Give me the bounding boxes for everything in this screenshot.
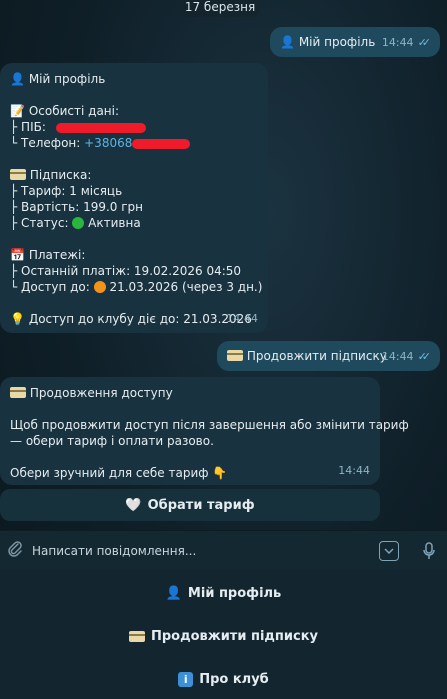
profile-title: 👤 Мій профіль bbox=[10, 71, 258, 87]
choose-tariff-label: Обрати тариф bbox=[147, 497, 255, 513]
message-text: Продовжити підписку bbox=[246, 349, 387, 363]
message-renew[interactable]: Продовження доступу Щоб продовжити досту… bbox=[0, 377, 409, 485]
status-line: ├ Статус: Активна bbox=[10, 215, 258, 231]
double-check-icon: ✓✓ bbox=[417, 350, 432, 363]
phone-line: └ Телефон: +38068 bbox=[10, 135, 258, 151]
access-line: └ Доступ до: 21.03.2026 (через 3 дн.) bbox=[10, 279, 262, 295]
payments-header-text: Платежі: bbox=[28, 248, 86, 262]
subscription-header-text: Підписка: bbox=[29, 168, 92, 182]
message-outgoing-profile[interactable]: 👤 Мій профіль 14:44 ✓✓ bbox=[270, 27, 440, 57]
credit-card-icon bbox=[10, 387, 26, 398]
message-time: 14:44 bbox=[381, 350, 414, 363]
tariff-line: ├ Тариф: 1 місяць bbox=[10, 184, 123, 198]
last-payment-line: ├ Останній платіж: 19.02.2026 04:50 bbox=[10, 264, 242, 278]
message-meta: 14:44 ✓✓ bbox=[381, 35, 432, 51]
message-outgoing-renew[interactable]: Продовжити підписку 14:44 ✓✓ bbox=[217, 341, 440, 371]
white-heart-icon: 🤍 bbox=[125, 497, 142, 513]
message-composer: Написати повідомлення... bbox=[0, 530, 447, 570]
orange-circle-icon bbox=[93, 281, 106, 293]
status-value: Активна bbox=[88, 216, 141, 230]
memo-icon: 📝 bbox=[10, 104, 25, 118]
pib-line: ├ ПІБ: bbox=[10, 119, 258, 135]
profile-title-text: Мій профіль bbox=[28, 72, 106, 86]
mic-icon[interactable] bbox=[419, 541, 439, 560]
choose-tariff-button[interactable]: 🤍 Обрати тариф bbox=[0, 489, 380, 521]
calendar-icon: 📅 bbox=[10, 248, 25, 262]
point-down-icon: 👇 bbox=[212, 466, 228, 480]
keyboard-button-profile[interactable]: 👤 Мій профіль bbox=[0, 572, 447, 615]
message-profile[interactable]: 👤 Мій профіль 📝 Особисті дані: ├ ПІБ: └ … bbox=[0, 63, 268, 333]
renew-body-line: Щоб продовжити доступ після завершення а… bbox=[10, 418, 409, 432]
user-icon: 👤 bbox=[10, 72, 25, 86]
keyboard-button-renew[interactable]: Продовжити підписку bbox=[0, 615, 447, 658]
phone-link[interactable]: +38068 bbox=[84, 136, 132, 150]
message-time: 14:44 bbox=[226, 312, 258, 325]
subscription-header: Підписка: bbox=[10, 167, 258, 183]
price-line: ├ Вартість: 199.0 грн bbox=[10, 200, 144, 214]
message-time: 14:44 bbox=[338, 464, 370, 477]
personal-header-text: Особисті дані: bbox=[28, 104, 120, 118]
access-label: └ Доступ до: bbox=[10, 280, 90, 294]
user-icon: 👤 bbox=[165, 586, 182, 601]
credit-card-icon bbox=[128, 631, 145, 642]
user-icon: 👤 bbox=[280, 35, 295, 49]
info-icon: i bbox=[178, 672, 194, 687]
keyboard-icon[interactable] bbox=[379, 540, 399, 561]
message-meta: 14:44 bbox=[226, 311, 258, 327]
message-text: Мій профіль bbox=[298, 35, 376, 49]
redaction-mark bbox=[132, 138, 191, 149]
credit-card-icon bbox=[10, 169, 26, 180]
keyboard-button-label: Мій профіль bbox=[187, 586, 282, 601]
personal-header: 📝 Особисті дані: bbox=[10, 103, 258, 119]
reply-keyboard: 👤 Мій профіль Продовжити підписку i Про … bbox=[0, 570, 447, 699]
renew-body-line: — обери тариф і оплати разово. bbox=[10, 434, 214, 448]
redaction-mark bbox=[55, 122, 146, 133]
keyboard-button-label: Продовжити підписку bbox=[150, 629, 319, 644]
bulb-icon: 💡 bbox=[10, 312, 25, 326]
access-value: 21.03.2026 (через 3 дн.) bbox=[109, 280, 263, 294]
renew-choose-text: Обери зручний для себе тариф bbox=[10, 466, 209, 480]
date-pill: 17 березня bbox=[180, 0, 260, 17]
renew-title-text: Продовження доступу bbox=[29, 386, 173, 400]
renew-choose-line: Обери зручний для себе тариф 👇 bbox=[10, 465, 370, 481]
chat-area: 17 березня 👤 Мій профіль 14:44 ✓✓ 👤 Мій … bbox=[0, 0, 447, 530]
status-label: ├ Статус: bbox=[10, 216, 69, 230]
double-check-icon: ✓✓ bbox=[417, 36, 432, 49]
paperclip-icon[interactable] bbox=[0, 540, 30, 562]
club-access-text: Доступ до клубу діє до: 21.03.2026 bbox=[28, 312, 252, 326]
renew-title: Продовження доступу bbox=[10, 385, 370, 401]
green-circle-icon bbox=[72, 217, 85, 229]
keyboard-button-label: Про клуб bbox=[199, 672, 269, 687]
keyboard-button-about[interactable]: i Про клуб bbox=[0, 658, 447, 699]
pib-label: ├ ПІБ: bbox=[10, 120, 46, 134]
credit-card-icon bbox=[227, 350, 243, 361]
club-access-line: 💡 Доступ до клубу діє до: 21.03.2026 bbox=[10, 311, 258, 327]
payments-header: 📅 Платежі: bbox=[10, 247, 258, 263]
message-time: 14:44 bbox=[381, 36, 414, 49]
message-meta: 14:44 ✓✓ bbox=[381, 349, 432, 365]
phone-label: └ Телефон: bbox=[10, 136, 81, 150]
message-input[interactable]: Написати повідомлення... bbox=[30, 544, 379, 558]
message-meta: 14:44 bbox=[338, 463, 370, 479]
